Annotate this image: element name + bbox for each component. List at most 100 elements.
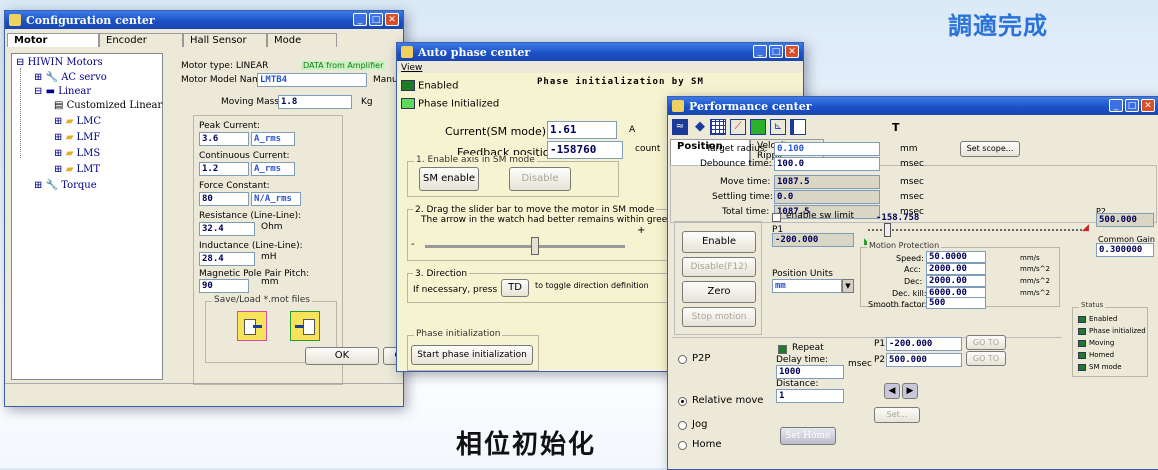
step-response-icon[interactable]: ⊾ [770, 119, 786, 135]
set-button[interactable]: Set... [874, 407, 920, 423]
target-icon[interactable] [750, 119, 766, 135]
tree-linear[interactable]: ⊟ ▬ Linear [34, 86, 91, 97]
motor-slider-thumb[interactable] [531, 237, 539, 255]
tree-root[interactable]: ⊟ HIWIN Motors [16, 57, 103, 68]
jog-radio[interactable] [678, 421, 687, 430]
menu-view[interactable]: View [401, 63, 422, 73]
current-unit: A [629, 125, 636, 135]
close-icon[interactable]: ✕ [785, 45, 799, 58]
td-button[interactable]: TD [501, 279, 529, 297]
continuous-current-unit: A_rms [251, 162, 295, 176]
maximize-icon[interactable]: □ [1125, 99, 1139, 112]
minimize-icon[interactable]: _ [753, 45, 767, 58]
debounce-field[interactable]: 100.0 [774, 157, 880, 171]
force-constant-label: Force Constant: [199, 181, 270, 191]
caption-phase-initialization: 相位初始化 [456, 430, 597, 460]
led-icon [1078, 339, 1086, 347]
disable-f12-button[interactable]: Disable(F12) [682, 257, 756, 277]
ok-button[interactable]: OK [305, 347, 379, 365]
perf-titlebar[interactable]: Performance center [668, 97, 1158, 115]
led-icon [1078, 363, 1086, 371]
continuous-current-field[interactable]: 1.2 [199, 162, 249, 176]
p2-field: 500.000 [1096, 213, 1154, 227]
motor-slider-track[interactable] [425, 245, 625, 248]
bar-icon[interactable] [790, 119, 806, 135]
app-icon [9, 14, 21, 26]
current-field[interactable]: 1.61 [547, 121, 617, 139]
force-constant-field[interactable]: 80 [199, 192, 249, 206]
minimize-icon[interactable]: _ [353, 13, 367, 26]
load-file-icon[interactable] [237, 311, 267, 341]
target-radius-field[interactable]: 0.100 [774, 142, 880, 156]
tree-customized[interactable]: ▤ Customized Linear [54, 100, 162, 111]
tree-lmc[interactable]: ⊞ ▰ LMC [54, 116, 101, 127]
amplifier-badge: DATA from Amplifier [301, 61, 386, 70]
save-file-icon[interactable] [290, 311, 320, 341]
point-icon[interactable]: ◆ [692, 119, 708, 135]
folder-icon: ▰ [65, 164, 74, 175]
app-icon [401, 46, 413, 58]
tab-motor[interactable]: Motor [7, 33, 99, 47]
move-right-icon[interactable]: ▶ [902, 383, 918, 399]
stop-motion-button[interactable]: Stop motion [682, 307, 756, 327]
inductance-label: Inductance (Line-Line): [199, 241, 303, 251]
scope-icon[interactable]: ⟋ [730, 119, 746, 135]
p1-move-field[interactable]: -200.000 [886, 337, 962, 351]
moving-mass-field[interactable]: 1.8 [278, 95, 352, 109]
repeat-checkbox[interactable] [778, 345, 787, 354]
tab-hall-sensor[interactable]: Hall Sensor [183, 33, 267, 47]
tree-torque[interactable]: ⊞ 🔧 Torque [34, 180, 97, 191]
chevron-down-icon[interactable]: ▼ [842, 279, 854, 293]
phase-initialized-indicator: Phase Initialized [401, 98, 499, 110]
auto-titlebar[interactable]: Auto phase center [397, 43, 803, 61]
config-titlebar[interactable]: Configuration center [5, 11, 403, 29]
tree-lmf[interactable]: ⊞ ▰ LMF [54, 132, 100, 143]
tree-lmt[interactable]: ⊞ ▰ LMT [54, 164, 100, 175]
settling-time-field: 0.0 [774, 190, 880, 204]
goto-p1-button[interactable]: GO TO [966, 335, 1006, 350]
acc-unit: mm/s^2 [1020, 265, 1050, 273]
zero-button[interactable]: Zero [682, 281, 756, 303]
tree-ac-servo-label: AC servo [61, 72, 107, 83]
close-icon[interactable]: ✕ [1141, 99, 1155, 112]
tree-ac-servo[interactable]: ⊞ 🔧 AC servo [34, 72, 107, 83]
dec-field[interactable]: 2000.00 [926, 275, 986, 287]
waveform-icon[interactable]: ≈ [672, 119, 688, 135]
common-gain-field[interactable]: 0.300000 [1096, 243, 1154, 257]
maximize-icon[interactable]: □ [369, 13, 383, 26]
tab-encoder[interactable]: Encoder [99, 33, 183, 47]
distance-field[interactable]: 1 [776, 389, 844, 403]
tab-mode[interactable]: Mode [267, 33, 337, 47]
p2-move-field[interactable]: 500.000 [886, 353, 962, 367]
disable-button[interactable]: Disable [509, 167, 571, 191]
grid-icon[interactable] [710, 119, 726, 135]
move-left-icon[interactable]: ◀ [884, 383, 900, 399]
resistance-field[interactable]: 32.4 [199, 222, 255, 236]
smooth-factor-field[interactable]: 500 [926, 297, 986, 309]
feedback-field[interactable]: -158760 [547, 141, 623, 159]
maximize-icon[interactable]: □ [769, 45, 783, 58]
inductance-field[interactable]: 28.4 [199, 252, 255, 266]
start-phase-button[interactable]: Start phase initialization [411, 345, 533, 365]
sm-enable-button[interactable]: SM enable [419, 167, 479, 191]
home-radio[interactable] [678, 441, 687, 450]
speed-field[interactable]: 50.0000 [926, 251, 986, 263]
relative-move-radio[interactable] [678, 397, 687, 406]
position-slider-thumb[interactable] [884, 223, 891, 237]
set-scope-button[interactable]: Set scope... [960, 141, 1020, 157]
peak-current-field[interactable]: 3.6 [199, 132, 249, 146]
position-units-select[interactable]: mm [772, 279, 842, 293]
p2p-radio[interactable] [678, 355, 687, 364]
position-slider-track[interactable] [868, 229, 1086, 233]
home-button[interactable]: Set Home [780, 427, 836, 445]
model-name-field[interactable]: LMTB4 [257, 73, 367, 87]
tree-lms[interactable]: ⊞ ▰ LMS [54, 148, 100, 159]
minimize-icon[interactable]: _ [1109, 99, 1123, 112]
pole-pitch-field[interactable]: 90 [199, 279, 249, 293]
enable-button[interactable]: Enable [682, 231, 756, 253]
goto-p2-button[interactable]: GO TO [966, 351, 1006, 366]
delay-field[interactable]: 1000 [776, 365, 844, 379]
sw-limit-checkbox[interactable] [772, 213, 781, 222]
acc-field[interactable]: 2000.00 [926, 263, 986, 275]
close-icon[interactable]: ✕ [385, 13, 399, 26]
